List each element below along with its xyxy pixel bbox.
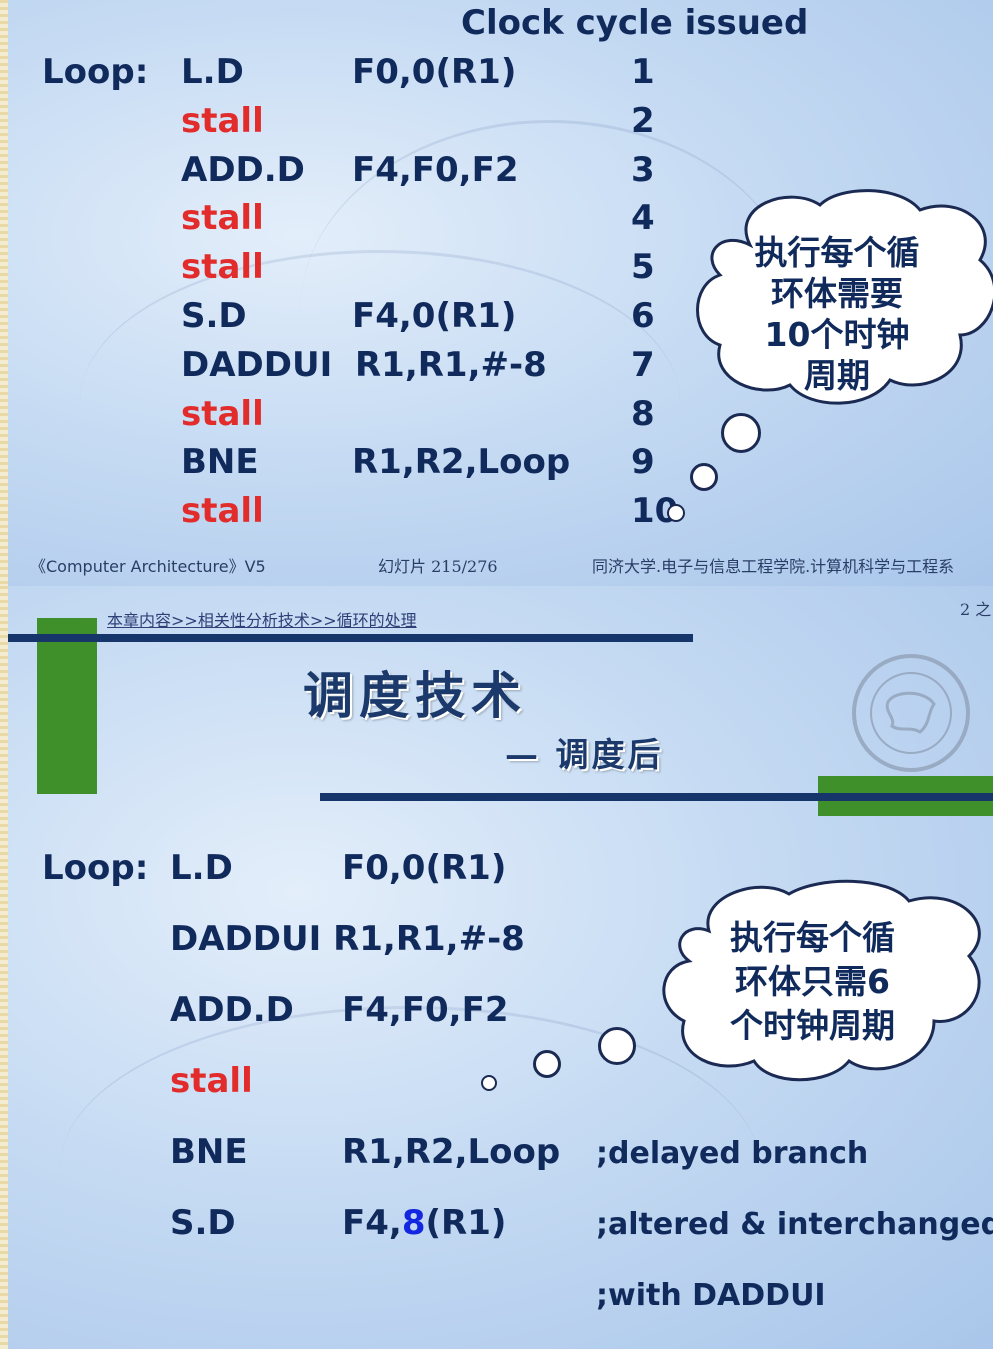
comment: ;delayed branch <box>596 1136 869 1171</box>
stall-label: stall <box>181 491 264 531</box>
operand-text: F0,0(R1) <box>342 848 507 888</box>
cycle-number: 8 <box>631 394 655 434</box>
comment: ;with DADDUI <box>596 1278 826 1313</box>
thought-bubble-small <box>667 504 685 522</box>
green-bar-left <box>37 618 97 794</box>
cloud-text: 执行每个循 环体只需6 个时钟周期 <box>700 916 925 1048</box>
cloud-line: 个时钟周期 <box>730 1006 895 1045</box>
operand-text: F4,F0,F2 <box>342 990 509 1030</box>
footer-course: 《Computer Architecture》V5 <box>30 557 266 576</box>
slide-top: Clock cycle issued Loop: L.D F0,0(R1) 1 sta… <box>0 0 993 586</box>
stall-label: stall <box>181 101 264 141</box>
thought-bubble-large <box>721 413 761 453</box>
slide-title: 调度技术 <box>303 666 527 725</box>
column-header: Clock cycle issued <box>461 3 809 43</box>
opcode: S.D <box>181 296 247 336</box>
operands: F4,8(R1) <box>342 1203 506 1243</box>
comment: ;altered & interchanged <box>596 1207 993 1242</box>
operands: R1,R2,Loop <box>342 1132 560 1172</box>
cloud-line: 执行每个循 <box>754 233 920 272</box>
slide-bottom: 本章内容>>相关性分析技术>>循环的处理 2 之 调度技术 — 调度后 Loop… <box>0 586 993 1349</box>
operand-text: (R1) <box>425 1203 507 1243</box>
operands: F4,F0,F2 <box>352 150 519 190</box>
navy-rule-top <box>8 634 693 642</box>
cycle-number: 4 <box>631 198 655 238</box>
left-stripe <box>0 586 8 1349</box>
footer-slide-number: 幻灯片 215/276 <box>378 557 498 576</box>
operands: F0,0(R1) <box>342 848 506 888</box>
opcode: BNE <box>170 1132 248 1172</box>
page-marker: 2 之 <box>960 600 992 619</box>
navy-rule-bottom <box>320 793 993 801</box>
cloud-line: 10个时钟 <box>764 315 910 354</box>
cloud-line: 执行每个循 <box>730 918 895 957</box>
operands: F4,F0,F2 <box>342 990 508 1030</box>
cycle-number: 9 <box>631 442 655 482</box>
opcode: L.D <box>170 848 233 888</box>
stall-label: stall <box>181 198 264 238</box>
cloud-line: 周期 <box>804 356 870 395</box>
footer-institution: 同济大学.电子与信息工程学院.计算机科学与工程系 <box>592 557 955 576</box>
breadcrumb[interactable]: 本章内容>>相关性分析技术>>循环的处理 <box>107 607 417 631</box>
cloud-line: 环体只需6 <box>735 962 890 1001</box>
stall-label: stall <box>181 247 264 287</box>
loop-label: Loop: <box>42 52 149 92</box>
operand-text: R1,R2,Loop <box>342 1132 561 1172</box>
altered-offset: 8 <box>401 1203 426 1243</box>
thought-bubble-large <box>598 1027 636 1065</box>
thought-bubble-medium <box>690 463 718 491</box>
cycle-number: 2 <box>631 101 655 141</box>
thought-bubble-small <box>481 1075 497 1091</box>
slide-subtitle: — 调度后 <box>505 735 664 774</box>
opcode: ADD.D <box>181 150 305 190</box>
stall-label: stall <box>170 1061 253 1101</box>
opcode: DADDUI R1,R1,#-8 <box>170 919 525 959</box>
left-stripe <box>0 0 8 586</box>
cycle-number: 6 <box>631 296 655 336</box>
opcode: DADDUI <box>181 345 333 385</box>
cycle-number: 7 <box>631 345 655 385</box>
loop-label: Loop: <box>42 848 149 888</box>
cloud-text: 执行每个循 环体需要 10个时钟 周期 <box>722 232 952 396</box>
opcode: BNE <box>181 442 259 482</box>
operand-text: F4, <box>342 1203 402 1243</box>
opcode: S.D <box>170 1203 236 1243</box>
stall-label: stall <box>181 394 264 434</box>
cycle-number: 3 <box>631 150 655 190</box>
cycle-number: 1 <box>631 52 655 92</box>
operands: F4,0(R1) <box>352 296 517 336</box>
operands: F0,0(R1) <box>352 52 517 92</box>
university-seal-icon <box>852 654 970 772</box>
operands: R1,R1,#-8 <box>355 345 547 385</box>
cloud-line: 环体需要 <box>771 274 903 313</box>
cycle-number: 5 <box>631 247 655 287</box>
opcode: ADD.D <box>170 990 294 1030</box>
thought-bubble-medium <box>533 1050 561 1078</box>
opcode: L.D <box>181 52 244 92</box>
operands: R1,R2,Loop <box>352 442 571 482</box>
